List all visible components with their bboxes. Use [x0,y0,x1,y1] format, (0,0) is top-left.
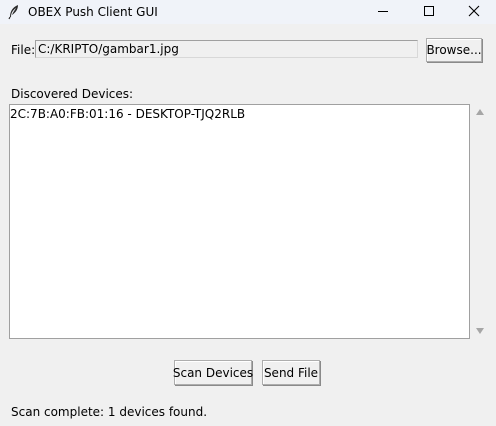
close-icon [468,5,480,20]
feather-icon [7,4,21,20]
file-path-field[interactable]: C:/KRIPTO/gambar1.jpg [35,40,418,58]
list-item[interactable]: 2C:7B:A0:FB:01:16 - DESKTOP-TJQ2RLB [10,106,469,122]
device-list-scrollbar[interactable] [472,104,488,339]
send-file-button[interactable]: Send File [262,360,320,385]
scroll-down-arrow-icon[interactable] [476,328,484,334]
browse-button[interactable]: Browse... [426,38,482,62]
minimize-button[interactable] [361,0,405,24]
maximize-icon [423,5,435,20]
file-label: File: [11,43,36,57]
maximize-button[interactable] [407,0,451,24]
devices-label: Discovered Devices: [11,87,134,101]
scroll-up-arrow-icon[interactable] [476,109,484,115]
title-bar[interactable]: OBEX Push Client GUI [0,0,496,24]
minimize-icon [377,5,389,20]
scan-devices-button[interactable]: Scan Devices [173,360,253,385]
status-text: Scan complete: 1 devices found. [11,405,208,419]
window-title: OBEX Push Client GUI [28,5,158,19]
device-list[interactable]: 2C:7B:A0:FB:01:16 - DESKTOP-TJQ2RLB [9,104,470,339]
close-button[interactable] [452,0,496,24]
